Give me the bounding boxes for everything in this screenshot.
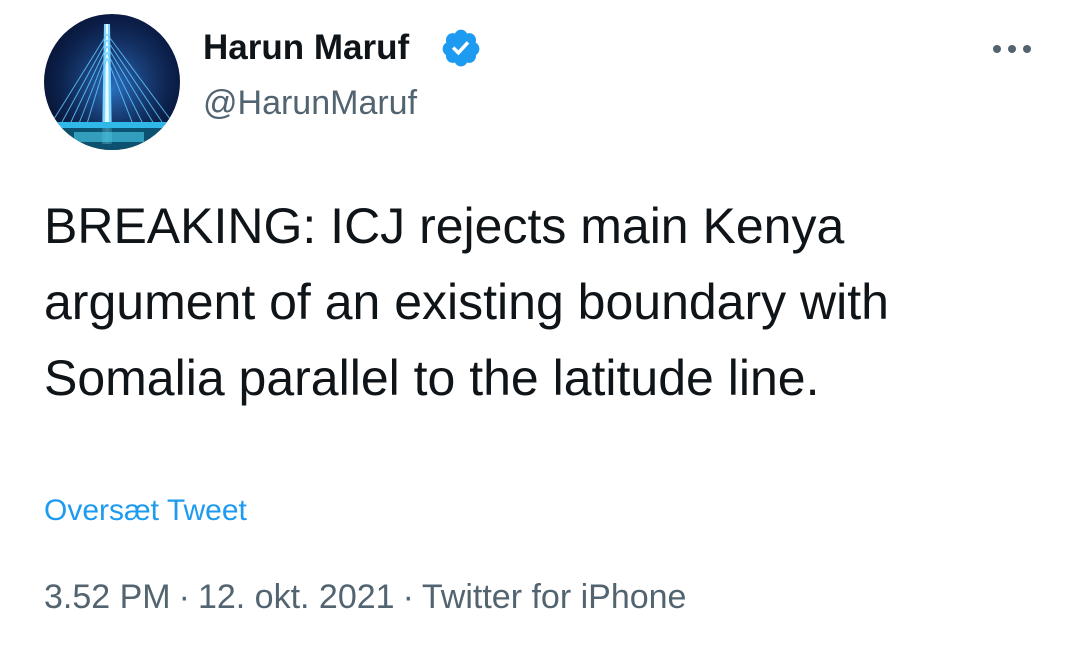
- author-handle[interactable]: @HarunMaruf: [203, 82, 417, 124]
- verified-badge-icon: [442, 29, 480, 67]
- tweet-text: BREAKING: ICJ rejects main Kenya argumen…: [44, 198, 889, 406]
- author-name[interactable]: Harun Maruf: [203, 27, 409, 69]
- meta-separator: ·: [402, 578, 414, 616]
- avatar-bridge-image: [44, 14, 180, 150]
- tweet-card: Harun Maruf @HarunMaruf BREAKING: ICJ re…: [0, 0, 1080, 655]
- tweet-metadata: 3.52 PM · 12. okt. 2021 · Twitter for iPhone: [44, 576, 686, 618]
- tweet-date[interactable]: 12. okt. 2021: [198, 578, 395, 616]
- tweet-time[interactable]: 3.52 PM: [44, 578, 171, 616]
- tweet-source[interactable]: Twitter for iPhone: [422, 578, 687, 616]
- more-horizontal-icon[interactable]: [988, 34, 1036, 64]
- translate-tweet-link[interactable]: Oversæt Tweet: [44, 492, 247, 530]
- avatar[interactable]: [44, 14, 180, 150]
- meta-separator: ·: [178, 578, 190, 616]
